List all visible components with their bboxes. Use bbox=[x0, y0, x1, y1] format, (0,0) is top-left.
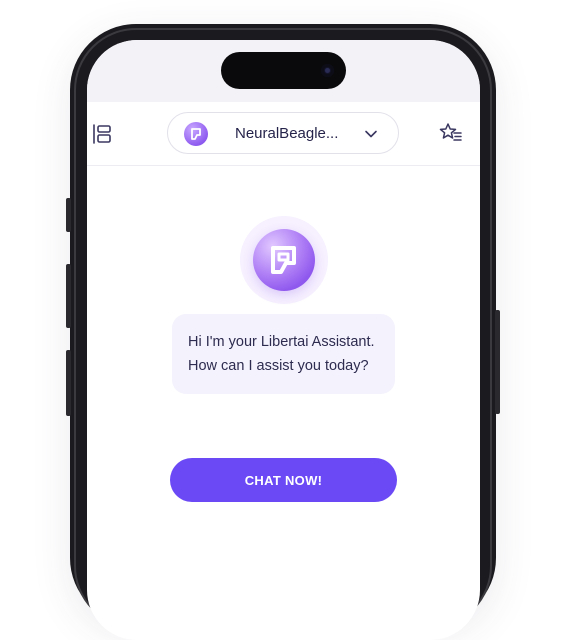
model-selector[interactable]: NeuralBeagle... bbox=[167, 112, 399, 154]
model-name: NeuralBeagle... bbox=[235, 125, 339, 142]
phone-screen: NeuralBeagle... Hi I'm your Libertai Ass… bbox=[87, 40, 480, 640]
phone-volume-up-button bbox=[66, 264, 71, 328]
greeting-line-1: Hi I'm your Libertai Assistant. bbox=[188, 334, 375, 350]
star-list-icon[interactable] bbox=[439, 121, 463, 145]
assistant-greeting-bubble: Hi I'm your Libertai Assistant. How can … bbox=[172, 314, 395, 394]
front-camera bbox=[321, 64, 334, 77]
status-bar bbox=[87, 40, 480, 102]
chat-now-button[interactable]: CHAT NOW! bbox=[170, 458, 397, 502]
phone-action-button bbox=[66, 198, 71, 232]
app-header: NeuralBeagle... bbox=[87, 102, 480, 166]
dynamic-island bbox=[221, 52, 346, 89]
phone-volume-down-button bbox=[66, 350, 71, 416]
chevron-down-icon bbox=[364, 127, 378, 141]
assistant-avatar bbox=[240, 216, 328, 304]
greeting-line-2: How can I assist you today? bbox=[188, 358, 369, 374]
libertai-logo-icon bbox=[253, 229, 315, 291]
sidebar-toggle-icon[interactable] bbox=[91, 122, 115, 146]
phone-power-button bbox=[495, 310, 500, 414]
libertai-logo-icon bbox=[184, 122, 208, 146]
